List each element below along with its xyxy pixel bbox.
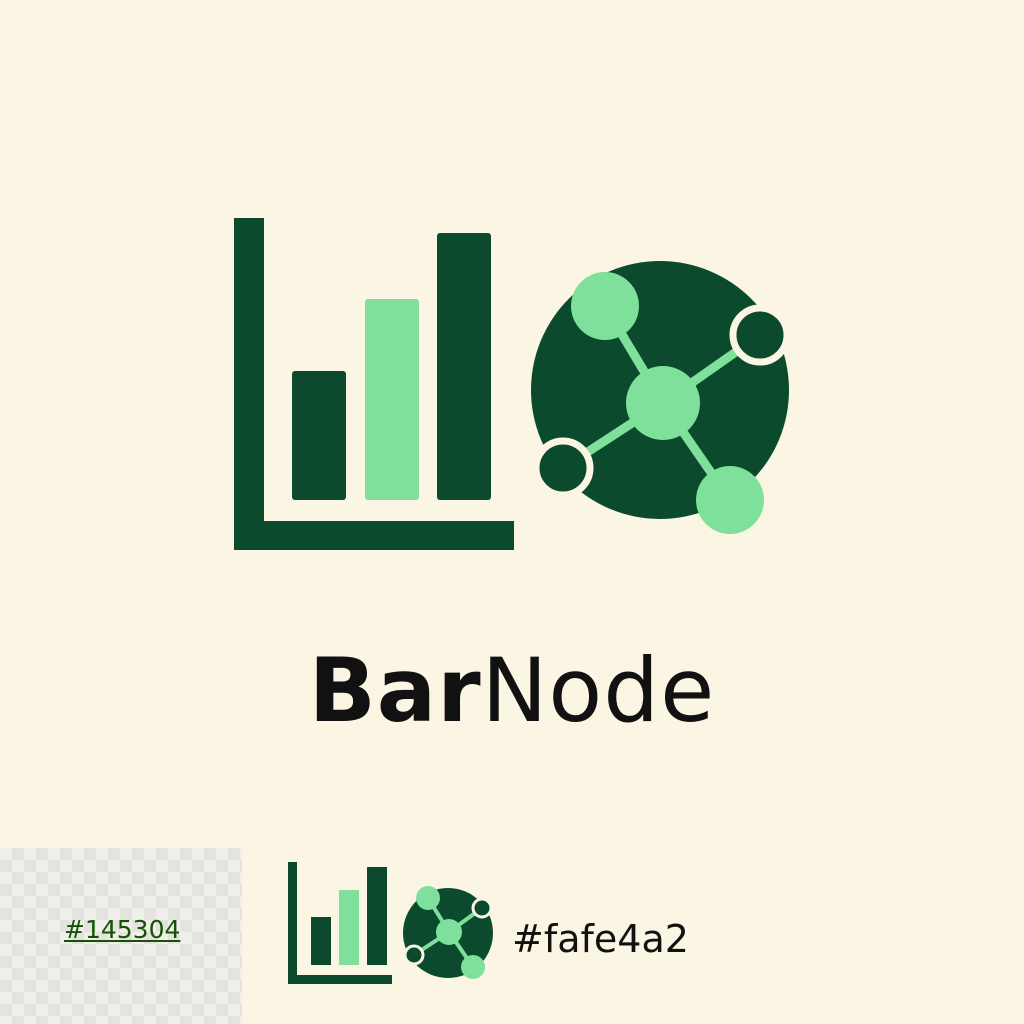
network-node-ring xyxy=(729,304,791,366)
network-node-icon xyxy=(531,261,791,534)
logo-mark xyxy=(234,218,791,550)
network-node-ring xyxy=(532,437,594,499)
chart-axis-horizontal xyxy=(288,975,392,984)
network-node xyxy=(416,886,440,910)
network-node xyxy=(461,955,485,979)
chart-bar-short xyxy=(292,371,346,500)
network-node-center xyxy=(626,366,700,440)
bar-chart-icon xyxy=(234,218,514,550)
brand-wordmark: BarNode xyxy=(0,636,1024,746)
network-node xyxy=(696,466,764,534)
chart-bar-tall xyxy=(367,867,387,965)
brand-name-bold: Bar xyxy=(308,639,482,742)
network-node-center xyxy=(436,919,462,945)
network-node-icon xyxy=(403,886,493,979)
chart-axis-vertical xyxy=(288,862,297,984)
chart-axis-vertical xyxy=(234,218,264,550)
primary-color-label: #145304 xyxy=(64,915,181,944)
chart-bar-medium xyxy=(339,890,359,965)
secondary-color-label: #fafe4a2 xyxy=(512,917,689,961)
chart-bar-short xyxy=(311,917,331,965)
chart-bar-tall xyxy=(437,233,491,500)
bar-chart-icon xyxy=(288,862,392,984)
network-node-ring xyxy=(403,944,425,966)
network-node-ring xyxy=(471,897,493,919)
chart-axis-horizontal xyxy=(234,521,514,550)
logo-mark-small xyxy=(288,862,493,984)
chart-bar-medium xyxy=(365,299,419,500)
network-node xyxy=(571,272,639,340)
brand-name-regular: Node xyxy=(481,639,716,742)
